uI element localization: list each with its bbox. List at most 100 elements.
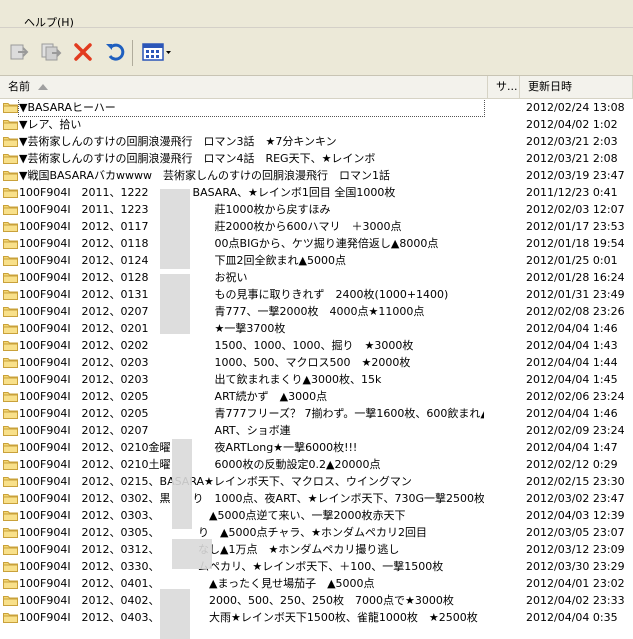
file-list: ▼BASARAヒーハー 2012/02/24 13:08 ▼レア、拾い 2012/04…	[0, 99, 633, 639]
file-row[interactable]: ▼レア、拾い 2012/04/02 1:02	[0, 116, 633, 133]
file-row[interactable]: 100F904I 2012、0402、 2000、500、250、250枚 70…	[0, 592, 633, 609]
file-row[interactable]: 100F904I 2012、0401、 ▲まったく見せ場茄子 ▲5000点 201…	[0, 575, 633, 592]
file-row[interactable]: 100F904I 2012、0215、BASARA★レインボ天下、マクロス、ウイ…	[0, 473, 633, 490]
file-name[interactable]: ▼芸術家しんのすけの回胴浪漫飛行 ロマン3話 ★7分キンキン	[19, 133, 484, 150]
file-modified-date: 2012/04/04 1:44	[526, 356, 618, 369]
file-name[interactable]: ▼芸術家しんのすけの回胴浪漫飛行 ロマン4話 REG天下、★レインボ	[19, 150, 484, 167]
file-row[interactable]: ▼芸術家しんのすけの回胴浪漫飛行 ロマン4話 REG天下、★レインボ 2012/0…	[0, 150, 633, 167]
folder-icon	[3, 171, 18, 181]
file-row[interactable]: 100F904I 2012、0207 ART、ショボ連 2012/02/09 23…	[0, 422, 633, 439]
file-name[interactable]: 100F904I 2012、0305、 り ▲5000点チャラ、★ホンダムペカリ…	[19, 524, 484, 541]
column-modified-header[interactable]: 更新日時	[520, 76, 633, 98]
file-row[interactable]: 100F904I 2012、0203 1000、500、マクロス500 ★200…	[0, 354, 633, 371]
file-modified-date: 2012/03/21 2:03	[526, 135, 618, 148]
file-name[interactable]: 100F904I 2012、0131 もの見事に取りきれず 2400枚(1000…	[19, 286, 484, 303]
file-row[interactable]: 100F904I 2011、1222 BASARA、★レインボ1回目 全国100…	[0, 184, 633, 201]
file-name[interactable]: 100F904I 2012、0312、 なし▲1万点 ★ホンダムペカリ撮り逃し	[19, 541, 484, 558]
file-row[interactable]: 100F904I 2012、0201 ★一撃3700枚 2012/04/04 1:…	[0, 320, 633, 337]
file-row[interactable]: ▼BASARAヒーハー 2012/02/24 13:08	[0, 99, 633, 117]
folder-icon	[3, 460, 18, 470]
move-to-button[interactable]	[4, 38, 34, 66]
file-row[interactable]: 100F904I 2012、0124 下皿2回全飲まれ▲5000点 2012/01…	[0, 252, 633, 269]
file-name[interactable]: 100F904I 2012、0124 下皿2回全飲まれ▲5000点	[19, 252, 484, 269]
file-row[interactable]: 100F904I 2012、0303、 ▲5000点逆て来い、一撃2000枚赤天…	[0, 507, 633, 524]
delete-x-icon	[74, 43, 92, 61]
file-name[interactable]: 100F904I 2012、0330、 ムペカリ、★レインボ天下、＋100、一撃…	[19, 558, 484, 575]
file-modified-date: 2012/03/30 23:29	[526, 560, 625, 573]
file-name[interactable]: 100F904I 2012、0403、 大雨★レインボ天下1500枚、雀龍100…	[19, 609, 484, 626]
file-row[interactable]: 100F904I 2012、0403、 大雨★レインボ天下1500枚、雀龍100…	[0, 609, 633, 626]
folder-icon	[3, 205, 18, 215]
file-name[interactable]: 100F904I 2012、0128 お祝い	[19, 269, 484, 286]
views-button[interactable]	[140, 38, 174, 66]
file-row[interactable]: 100F904I 2012、0305、 り ▲5000点チャラ、★ホンダムペカリ…	[0, 524, 633, 541]
folder-icon	[3, 375, 18, 385]
file-name[interactable]: ▼BASARAヒーハー	[18, 99, 485, 117]
file-row[interactable]: 100F904I 2012、0302、黒 り 1000点、夜ART、★レインボ天…	[0, 490, 633, 507]
file-row[interactable]: 100F904I 2012、0330、 ムペカリ、★レインボ天下、＋100、一撃…	[0, 558, 633, 575]
file-modified-date: 2012/04/02 23:33	[526, 594, 625, 607]
views-icon	[142, 43, 171, 61]
file-name[interactable]: 100F904I 2012、0402、 2000、500、250、250枚 70…	[19, 592, 484, 609]
file-name[interactable]: 100F904I 2012、0210金曜 夜ARTLong★一撃6000枚!!!	[19, 439, 484, 456]
copy-to-button[interactable]	[36, 38, 66, 66]
file-row[interactable]: 100F904I 2012、0203 出て飲まれまくり▲3000枚、15k 201…	[0, 371, 633, 388]
file-row[interactable]: 100F904I 2012、0312、 なし▲1万点 ★ホンダムペカリ撮り逃し 2…	[0, 541, 633, 558]
column-name-header[interactable]: 名前	[0, 76, 488, 98]
file-row[interactable]: 100F904I 2011、1223 莊1000枚から戻すほみ 2012/02/0…	[0, 201, 633, 218]
toolbar	[0, 28, 633, 76]
file-name[interactable]: 100F904I 2012、0201 ★一撃3700枚	[19, 320, 484, 337]
column-header: 名前 サ... 更新日時	[0, 76, 633, 99]
file-row[interactable]: 100F904I 2012、0128 お祝い 2012/01/28 16:24	[0, 269, 633, 286]
file-name[interactable]: 100F904I 2012、0203 出て飲まれまくり▲3000枚、15k	[19, 371, 484, 388]
file-row[interactable]: 100F904I 2012、0118 00点BIGから、ケツ掘り連発倍返し▲80…	[0, 235, 633, 252]
file-name[interactable]: ▼戦国BASARAバカwwww 芸術家しんのすけの回胴浪漫飛行 ロマン1話	[19, 167, 484, 184]
file-row[interactable]: ▼芸術家しんのすけの回胴浪漫飛行 ロマン3話 ★7分キンキン 2012/03/21…	[0, 133, 633, 150]
file-name[interactable]: 100F904I 2012、0215、BASARA★レインボ天下、マクロス、ウイ…	[19, 473, 484, 490]
file-row[interactable]: 100F904I 2012、0210金曜 夜ARTLong★一撃6000枚!!!…	[0, 439, 633, 456]
file-name[interactable]: 100F904I 2012、0302、黒 り 1000点、夜ART、★レインボ天…	[19, 490, 484, 507]
mosaic-blur	[172, 539, 212, 569]
file-name[interactable]: 100F904I 2012、0207 ART、ショボ連	[19, 422, 484, 439]
file-modified-date: 2012/02/08 23:26	[526, 305, 625, 318]
file-row[interactable]: 100F904I 2012、0205 青777フリーズ？ 7揃わず。一撃1600…	[0, 405, 633, 422]
file-name[interactable]: 100F904I 2012、0202 1500、1000、1000、掘り ★30…	[19, 337, 484, 354]
undo-button[interactable]	[100, 38, 130, 66]
file-row[interactable]: ▼戦国BASARAバカwwww 芸術家しんのすけの回胴浪漫飛行 ロマン1話 201…	[0, 167, 633, 184]
file-name[interactable]: 100F904I 2012、0207 青777、一撃2000枚 4000点★11…	[19, 303, 484, 320]
file-row[interactable]: 100F904I 2012、0117 莊2000枚から600ハマリ ＋3000点…	[0, 218, 633, 235]
file-modified-date: 2012/02/06 23:24	[526, 390, 625, 403]
file-row[interactable]: 100F904I 2012、0202 1500、1000、1000、掘り ★30…	[0, 337, 633, 354]
file-modified-date: 2012/03/12 23:09	[526, 543, 625, 556]
column-size-header[interactable]: サ...	[488, 76, 520, 98]
file-name[interactable]: 100F904I 2012、0401、 ▲まったく見せ場茄子 ▲5000点	[19, 575, 484, 592]
file-row[interactable]: 100F904I 2012、0210土曜 6000枚の反動設定0.2▲20000…	[0, 456, 633, 473]
file-row[interactable]: 100F904I 2012、0131 もの見事に取りきれず 2400枚(1000…	[0, 286, 633, 303]
file-row[interactable]: 100F904I 2012、0207 青777、一撃2000枚 4000点★11…	[0, 303, 633, 320]
file-modified-date: 2012/04/04 1:43	[526, 339, 618, 352]
file-name[interactable]: 100F904I 2012、0205 ART続かず ▲3000点	[19, 388, 484, 405]
file-modified-date: 2012/02/24 13:08	[526, 101, 625, 114]
sort-ascending-icon	[38, 84, 48, 90]
file-modified-date: 2012/03/21 2:08	[526, 152, 618, 165]
file-modified-date: 2012/03/19 23:47	[526, 169, 625, 182]
file-name[interactable]: 100F904I 2011、1222 BASARA、★レインボ1回目 全国100…	[19, 184, 484, 201]
folder-icon	[3, 528, 18, 538]
delete-button[interactable]	[68, 38, 98, 66]
file-name[interactable]: 100F904I 2012、0118 00点BIGから、ケツ掘り連発倍返し▲80…	[19, 235, 484, 252]
file-modified-date: 2012/01/31 23:49	[526, 288, 625, 301]
file-modified-date: 2012/04/04 1:46	[526, 322, 618, 335]
file-name[interactable]: 100F904I 2012、0205 青777フリーズ？ 7揃わず。一撃1600…	[19, 405, 484, 422]
file-name[interactable]: 100F904I 2011、1223 莊1000枚から戻すほみ	[19, 201, 484, 218]
file-name[interactable]: ▼レア、拾い	[19, 116, 484, 133]
file-modified-date: 2012/03/05 23:07	[526, 526, 625, 539]
file-modified-date: 2012/01/25 0:01	[526, 254, 618, 267]
file-row[interactable]: 100F904I 2012、0205 ART続かず ▲3000点 2012/02/…	[0, 388, 633, 405]
file-name[interactable]: 100F904I 2012、0210土曜 6000枚の反動設定0.2▲20000…	[19, 456, 484, 473]
file-modified-date: 2012/04/01 23:02	[526, 577, 625, 590]
file-modified-date: 2012/04/03 12:39	[526, 509, 625, 522]
file-name[interactable]: 100F904I 2012、0303、 ▲5000点逆て来い、一撃2000枚赤天…	[19, 507, 484, 524]
folder-icon	[3, 103, 18, 113]
file-name[interactable]: 100F904I 2012、0203 1000、500、マクロス500 ★200…	[19, 354, 484, 371]
file-name[interactable]: 100F904I 2012、0117 莊2000枚から600ハマリ ＋3000点	[19, 218, 484, 235]
